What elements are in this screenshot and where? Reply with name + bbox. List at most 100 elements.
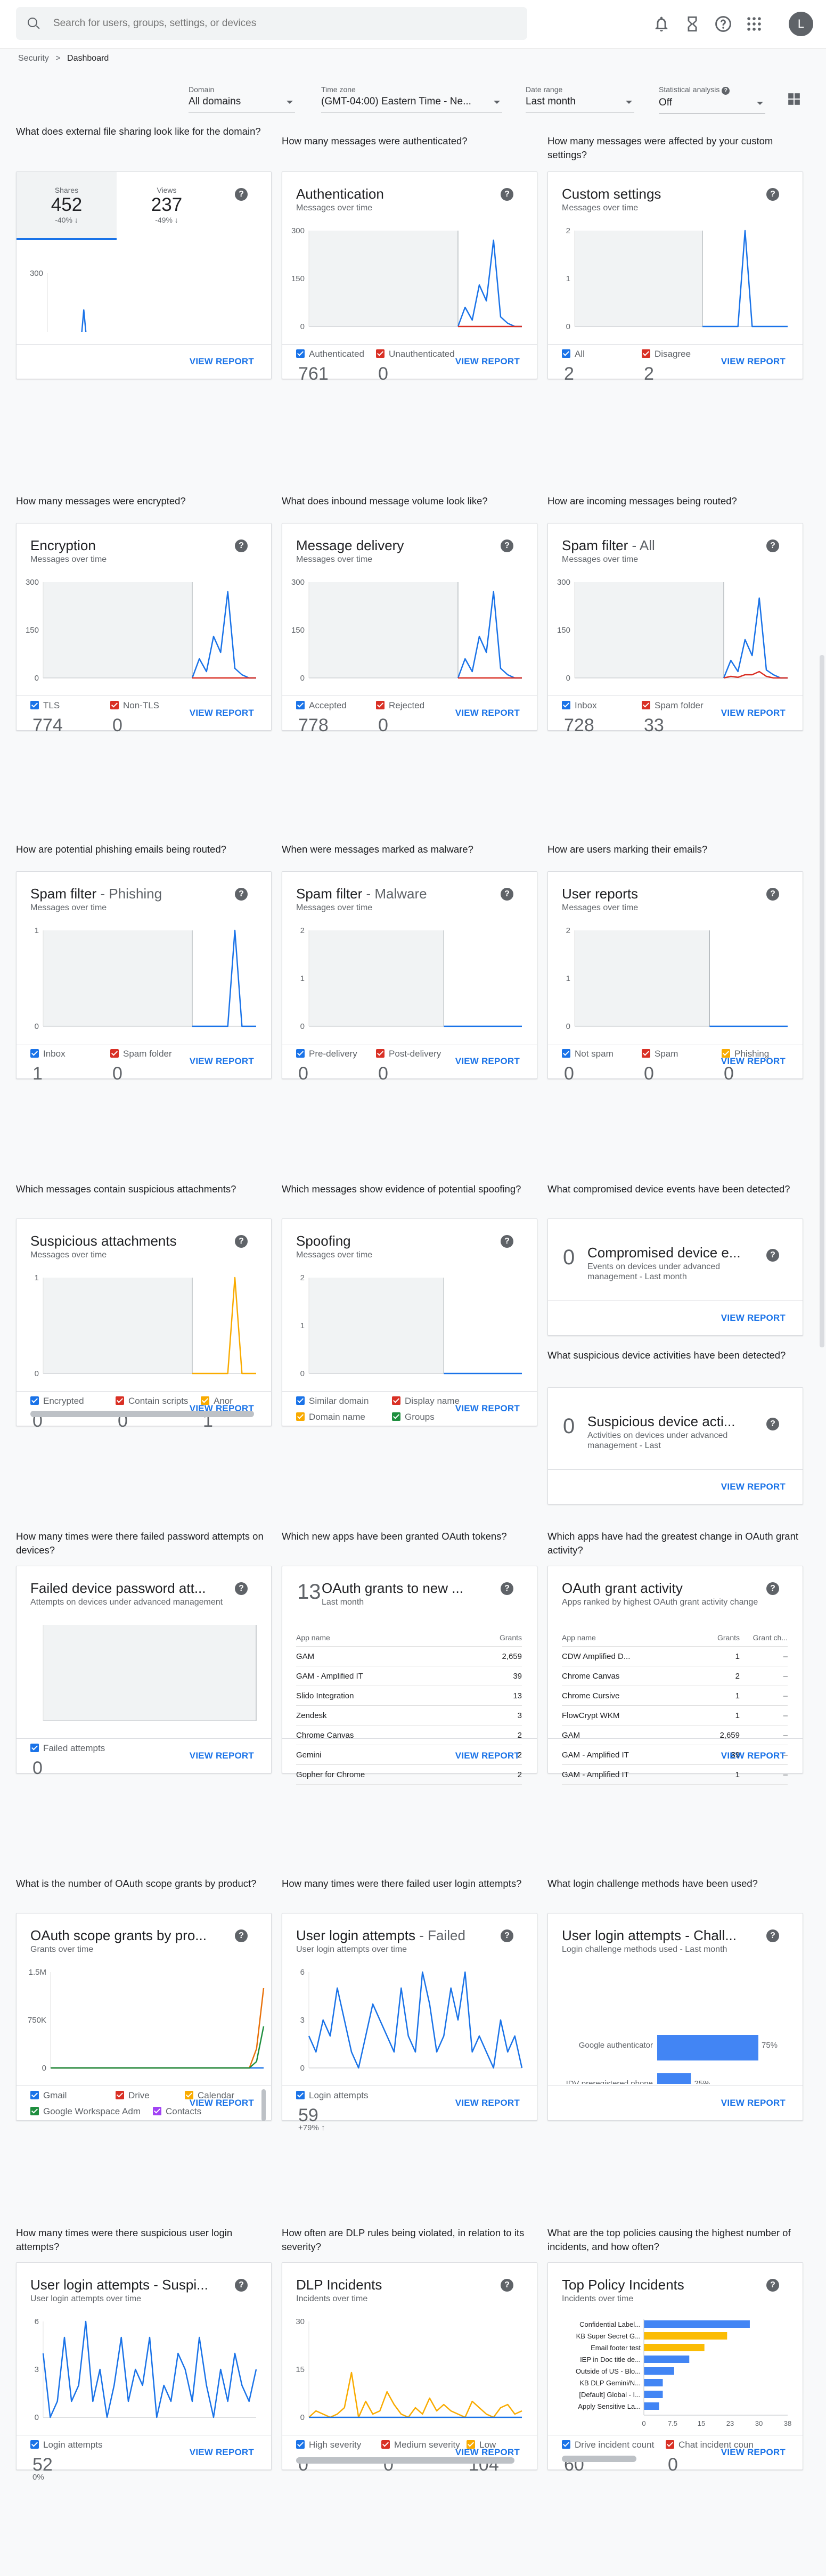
- search-box[interactable]: [16, 7, 527, 40]
- legend-item[interactable]: Non-TLS: [110, 700, 159, 711]
- legend-item[interactable]: Inbox: [30, 1049, 66, 1059]
- legend-checkbox-icon[interactable]: [376, 349, 385, 358]
- date-range-filter[interactable]: Date range Last month: [526, 85, 634, 112]
- view-report-link[interactable]: VIEW REPORT: [721, 1313, 786, 1323]
- legend-item[interactable]: Calendar: [185, 2090, 234, 2101]
- legend-item[interactable]: Login attempts: [296, 2090, 369, 2101]
- column-header[interactable]: Grants: [692, 1633, 740, 1642]
- legend-checkbox-icon[interactable]: [392, 1396, 400, 1405]
- hourglass-icon[interactable]: [683, 15, 701, 33]
- legend-item[interactable]: Login attempts: [30, 2440, 103, 2450]
- legend-checkbox-icon[interactable]: [153, 2107, 161, 2115]
- legend-checkbox-icon[interactable]: [376, 701, 385, 709]
- view-report-link[interactable]: VIEW REPORT: [721, 356, 786, 367]
- legend-checkbox-icon[interactable]: [30, 1396, 39, 1405]
- legend-checkbox-icon[interactable]: [666, 2440, 674, 2449]
- legend-item[interactable]: Authenticated: [296, 349, 364, 359]
- legend-checkbox-icon[interactable]: [116, 1396, 124, 1405]
- view-report-link[interactable]: VIEW REPORT: [721, 2098, 786, 2108]
- statistical-analysis-filter[interactable]: Statistical analysis ? Off: [659, 85, 765, 113]
- legend-checkbox-icon[interactable]: [467, 2440, 475, 2449]
- view-report-link[interactable]: VIEW REPORT: [455, 1403, 520, 1414]
- legend-checkbox-icon[interactable]: [30, 1744, 39, 1752]
- legend-checkbox-icon[interactable]: [642, 1049, 650, 1058]
- horizontal-scrollbar[interactable]: [30, 1411, 254, 1417]
- layout-grid-icon[interactable]: [787, 92, 801, 106]
- legend-checkbox-icon[interactable]: [296, 2440, 305, 2449]
- legend-item[interactable]: Not spam: [562, 1049, 614, 1059]
- legend-item[interactable]: All: [562, 349, 585, 359]
- legend-item[interactable]: Similar domain: [296, 1396, 369, 1406]
- legend-item[interactable]: Rejected: [376, 700, 424, 711]
- legend-checkbox-icon[interactable]: [562, 2440, 570, 2449]
- legend-checkbox-icon[interactable]: [296, 701, 305, 709]
- legend-item[interactable]: Anor: [201, 1396, 233, 1406]
- table-row[interactable]: CDW Amplified D... 1 –: [562, 1647, 788, 1666]
- table-row[interactable]: GAM 2,659 –: [562, 1725, 788, 1745]
- legend-checkbox-icon[interactable]: [296, 2091, 305, 2099]
- column-header[interactable]: Grant ch...: [740, 1633, 788, 1642]
- table-row[interactable]: GAM - Amplified IT 1 –: [562, 1765, 788, 1785]
- legend-checkbox-icon[interactable]: [392, 1412, 400, 1421]
- legend-checkbox-icon[interactable]: [296, 1412, 305, 1421]
- table-row[interactable]: GAM - Amplified IT 39: [296, 1666, 522, 1686]
- table-row[interactable]: Chrome Canvas 2 –: [562, 1666, 788, 1686]
- view-report-link[interactable]: VIEW REPORT: [190, 1751, 254, 1761]
- legend-item[interactable]: Pre-delivery: [296, 1049, 357, 1059]
- legend-item[interactable]: Contacts: [153, 2106, 201, 2117]
- apps-grid-icon[interactable]: [745, 15, 763, 33]
- legend-item[interactable]: Spam folder: [642, 700, 704, 711]
- table-row[interactable]: Chrome Cursive 1 –: [562, 1686, 788, 1706]
- domain-filter[interactable]: Domain All domains: [189, 85, 295, 112]
- table-row[interactable]: Chrome Canvas 2: [296, 1725, 522, 1745]
- legend-item[interactable]: Chat incident coun: [666, 2440, 754, 2450]
- legend-item[interactable]: Spam folder: [110, 1049, 172, 1059]
- legend-checkbox-icon[interactable]: [30, 2440, 39, 2449]
- legend-item[interactable]: Gmail: [30, 2090, 67, 2101]
- legend-item[interactable]: Display name: [392, 1396, 460, 1406]
- legend-item[interactable]: Spam: [642, 1049, 678, 1059]
- table-row[interactable]: Zendesk 3: [296, 1706, 522, 1725]
- view-report-link[interactable]: VIEW REPORT: [721, 708, 786, 718]
- legend-checkbox-icon[interactable]: [562, 1049, 570, 1058]
- horizontal-scrollbar[interactable]: [296, 2457, 514, 2464]
- legend-item[interactable]: Domain name: [296, 1412, 365, 1422]
- legend-item[interactable]: Drive: [116, 2090, 150, 2101]
- help-icon[interactable]: ?: [501, 1582, 513, 1595]
- legend-checkbox-icon[interactable]: [296, 349, 305, 358]
- legend-checkbox-icon[interactable]: [562, 701, 570, 709]
- horizontal-scrollbar[interactable]: [562, 2456, 636, 2462]
- legend-item[interactable]: Low: [467, 2440, 496, 2450]
- view-report-link[interactable]: VIEW REPORT: [721, 1482, 786, 1492]
- legend-item[interactable]: Contain scripts: [116, 1396, 188, 1406]
- legend-checkbox-icon[interactable]: [642, 349, 650, 358]
- view-report-link[interactable]: VIEW REPORT: [455, 1056, 520, 1067]
- timezone-filter[interactable]: Time zone (GMT-04:00) Eastern Time - Ne.…: [321, 85, 502, 112]
- view-report-link[interactable]: VIEW REPORT: [190, 356, 254, 367]
- legend-item[interactable]: TLS: [30, 700, 60, 711]
- help-icon[interactable]: ?: [766, 1582, 779, 1595]
- legend-item[interactable]: Encrypted: [30, 1396, 84, 1406]
- legend-item[interactable]: Groups: [392, 1412, 435, 1422]
- legend-checkbox-icon[interactable]: [30, 701, 39, 709]
- filter-value[interactable]: All domains: [189, 96, 295, 112]
- column-header[interactable]: Grants: [474, 1633, 522, 1642]
- legend-checkbox-icon[interactable]: [110, 1049, 119, 1058]
- legend-checkbox-icon[interactable]: [30, 1049, 39, 1058]
- legend-checkbox-icon[interactable]: [381, 2440, 390, 2449]
- filter-value[interactable]: Off: [659, 97, 765, 113]
- legend-checkbox-icon[interactable]: [296, 1049, 305, 1058]
- legend-item[interactable]: Unauthenticated: [376, 349, 455, 359]
- legend-checkbox-icon[interactable]: [722, 1049, 730, 1058]
- legend-item[interactable]: Disagree: [642, 349, 691, 359]
- table-row[interactable]: GAM 2,659: [296, 1647, 522, 1666]
- column-header[interactable]: App name: [296, 1633, 474, 1642]
- help-icon[interactable]: [714, 15, 732, 33]
- column-header[interactable]: App name: [562, 1633, 692, 1642]
- legend-item[interactable]: Phishing: [722, 1049, 769, 1059]
- view-report-link[interactable]: VIEW REPORT: [190, 708, 254, 718]
- view-report-link[interactable]: VIEW REPORT: [455, 2098, 520, 2108]
- table-row[interactable]: Slido Integration 13: [296, 1686, 522, 1706]
- view-report-link[interactable]: VIEW REPORT: [455, 708, 520, 718]
- help-icon[interactable]: ?: [766, 1249, 779, 1262]
